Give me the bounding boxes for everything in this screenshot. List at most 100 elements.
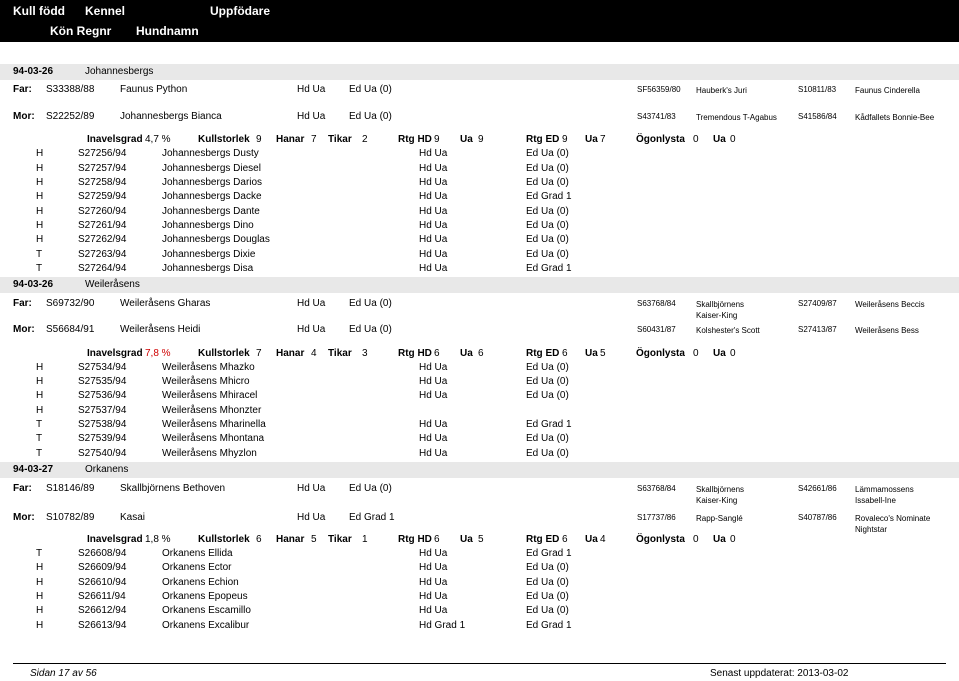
pup-sex: H [36,390,44,401]
parent-row-mor: Mor: S56684/91 Weileråsens Heidi Hd Ua Ed Ua… [0,321,959,345]
pup-ed: Ed Ua (0) [526,220,569,231]
pup-name: Weileråsens Mhonzter [162,405,262,416]
pup-name: Johannesbergs Dino [162,220,254,231]
pup-name: Orkanens Ector [162,562,232,573]
pup-sex: T [36,263,43,274]
parent-hd: Hd Ua [297,324,326,335]
sire-regnr: SF56359/80 [637,85,681,94]
pup-ed: Ed Ua (0) [526,177,569,188]
page-number: Sidan 17 av 56 [30,668,97,679]
pup-row: H S26609/94 Orkanens Ector Hd Ua Ed Ua (0) [0,562,959,575]
parent-ed: Ed Ua (0) [349,84,392,95]
litter-header: 94-03-26 Johannesbergs [0,64,959,80]
pup-sex: H [36,148,44,159]
pup-hd: Hd Ua [419,148,448,159]
pup-hd: Hd Ua [419,577,448,588]
stat-kull: 6 [256,534,262,545]
stat-tikar: 2 [362,134,368,145]
pup-sex: T [36,433,43,444]
pup-sex: H [36,206,44,217]
pup-sex: H [36,163,44,174]
litter-date: 94-03-27 [13,464,54,475]
litter-header: 94-03-27 Orkanens [0,462,959,478]
parent-hd: Hd Ua [297,483,326,494]
stat-ogon: 0 [693,134,699,145]
sire-name: Skallbjörnens Kaiser-King [696,300,745,320]
pup-ed: Ed Ua (0) [526,390,569,401]
stat-rtged-label: Rtg ED [526,134,560,145]
stat-ua2-label: Ua [585,534,598,545]
parent-row-far: Far: S18146/89 Skallbjörnens Bethoven Hd Ua… [0,480,959,505]
dam-regnr: S27409/87 [798,299,837,308]
pup-ed: Ed Ua (0) [526,591,569,602]
pup-name: Orkanens Escamillo [162,605,251,616]
pup-row: H S27536/94 Weileråsens Mhiracel Hd Ua Ed Ua… [0,390,959,403]
pup-sex: H [36,562,44,573]
pup-name: Johannesbergs Diesel [162,163,261,174]
parent-name: Weileråsens Heidi [120,324,201,335]
parent-regnr: S56684/91 [46,324,95,335]
stat-rtghd-label: Rtg HD [398,134,432,145]
col-kennel: Kennel [85,4,126,18]
dam-name: Weileråsens Beccis [855,300,925,309]
pup-row: H S27534/94 Weileråsens Mhazko Hd Ua Ed Ua (… [0,362,959,375]
pup-ed: Ed Grad 1 [526,548,572,559]
litter-stats: Inavelsgrad 1,8 % Kullstorlek 6 Hanar 5 Tikar 1… [0,534,959,547]
pup-name: Weileråsens Mhiracel [162,390,258,401]
litter-kennel: Orkanens [85,464,129,475]
pup-hd: Hd Ua [419,163,448,174]
col-kull-fodd: Kull född [13,4,65,18]
sire-name: Tremendous T-Agabus [696,113,777,122]
stat-tikar: 3 [362,348,368,359]
pup-hd: Hd Ua [419,433,448,444]
litter-kennel: Johannesbergs [85,66,154,77]
pup-regnr: S26612/94 [78,605,127,616]
pup-name: Weileråsens Mhontana [162,433,265,444]
stat-inavel-label: Inavelsgrad [87,348,143,359]
pup-name: Orkanens Echion [162,577,239,588]
stat-ua3-label: Ua [713,134,726,145]
pup-row: T S27540/94 Weileråsens Mhyzlon Hd Ua Ed Ua … [0,448,959,461]
pup-sex: H [36,605,44,616]
pup-name: Johannesbergs Dacke [162,191,262,202]
dam-regnr: S27413/87 [798,325,837,334]
pup-regnr: S26611/94 [78,591,126,602]
stat-inavel: 7,8 % [145,348,171,359]
pup-regnr: S27257/94 [78,163,127,174]
pup-row: T S26608/94 Orkanens Ellida Hd Ua Ed Grad 1 [0,548,959,561]
parent-row-far: Far: S33388/88 Faunus Python Hd Ua Ed Ua (0)… [0,81,959,105]
pup-hd: Hd Ua [419,376,448,387]
pup-row: H S26613/94 Orkanens Excalibur Hd Grad 1 Ed … [0,620,959,633]
pup-hd: Hd Grad 1 [419,620,466,631]
stat-rtged-label: Rtg ED [526,348,560,359]
parent-name: Faunus Python [120,84,188,95]
sire-name: Skallbjörnens Kaiser-King [696,485,745,505]
pup-ed: Ed Ua (0) [526,448,569,459]
stat-ogon-label: Ögonlysta [636,534,685,545]
pup-ed: Ed Grad 1 [526,191,572,202]
pup-regnr: S27263/94 [78,249,127,260]
pup-row: H S27258/94 Johannesbergs Darios Hd Ua Ed Ua… [0,177,959,190]
litter-date: 94-03-26 [13,279,54,290]
stat-ua1-label: Ua [460,134,473,145]
stat-rtghd: 9 [434,134,440,145]
parent-row-mor: Mor: S22252/89 Johannesbergs Bianca Hd Ua Ed… [0,108,959,132]
parent-row-far: Far: S69732/90 Weileråsens Gharas Hd Ua Ed U… [0,295,959,320]
parent-label: Mor: [13,512,35,523]
stat-ua1: 6 [478,348,484,359]
pup-row: H S27260/94 Johannesbergs Dante Hd Ua Ed Ua … [0,206,959,219]
parent-name: Kasai [120,512,146,523]
stat-ua3: 0 [730,348,736,359]
pup-regnr: S27264/94 [78,263,127,274]
pup-name: Johannesbergs Dusty [162,148,259,159]
pup-ed: Ed Grad 1 [526,620,572,631]
parent-name: Skallbjörnens Bethoven [120,483,226,494]
dam-regnr: S41586/84 [798,112,837,121]
pup-hd: Hd Ua [419,191,448,202]
stat-ua2-label: Ua [585,348,598,359]
pup-sex: H [36,177,44,188]
stat-ua1: 5 [478,534,484,545]
pup-name: Johannesbergs Dante [162,206,260,217]
pup-sex: H [36,405,44,416]
pup-sex: T [36,249,43,260]
